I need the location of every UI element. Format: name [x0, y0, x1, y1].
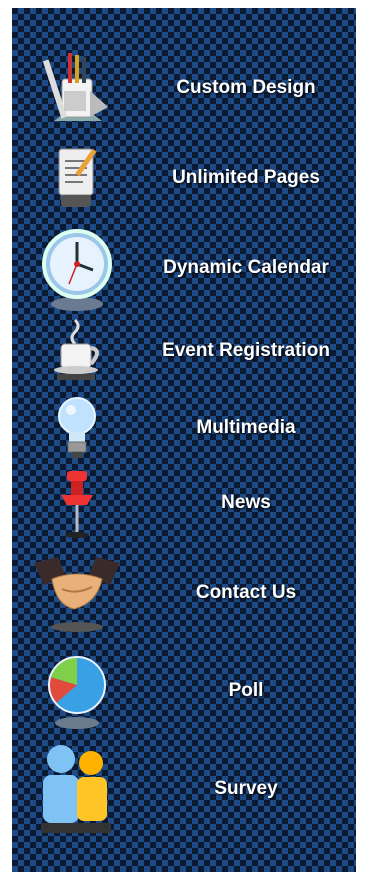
menu-item-multimedia[interactable]: Multimedia: [12, 388, 356, 468]
people-icon: [12, 741, 142, 836]
menu-item-label: News: [221, 492, 271, 513]
menu-item-label: Unlimited Pages: [172, 167, 320, 188]
menu-item-event-registration[interactable]: Event Registration: [12, 306, 356, 396]
clock-icon: [12, 226, 142, 311]
menu-item-label: Survey: [214, 777, 278, 799]
notepad-icon: [12, 143, 142, 213]
menu-item-dynamic-calendar[interactable]: Dynamic Calendar: [12, 218, 356, 318]
coffee-cup-icon: [12, 316, 142, 386]
menu-item-label: Contact Us: [195, 582, 297, 603]
menu-item-label: Event Registration: [162, 340, 330, 361]
menu-item-survey[interactable]: Survey: [12, 736, 356, 841]
pie-chart-icon: [12, 651, 142, 731]
handshake-icon: [12, 553, 142, 633]
menu-panel: Custom Design Unlimited Pages Dynamic Ca…: [12, 8, 356, 872]
lightbulb-icon: [12, 394, 142, 462]
menu-item-label: Multimedia: [196, 417, 296, 438]
menu-item-unlimited-pages[interactable]: Unlimited Pages: [12, 133, 356, 223]
menu-item-poll[interactable]: Poll: [12, 643, 356, 738]
menu-item-label: Dynamic Calendar: [163, 257, 329, 278]
menu-item-label: Custom Design: [176, 77, 316, 98]
menu-item-custom-design[interactable]: Custom Design: [12, 38, 356, 138]
menu-item-label: Poll: [228, 679, 264, 701]
pencil-cup-icon: [12, 51, 142, 126]
menu-item-news[interactable]: News: [12, 463, 356, 543]
pushpin-icon: [12, 467, 142, 539]
menu-item-contact-us[interactable]: Contact Us: [12, 548, 356, 638]
